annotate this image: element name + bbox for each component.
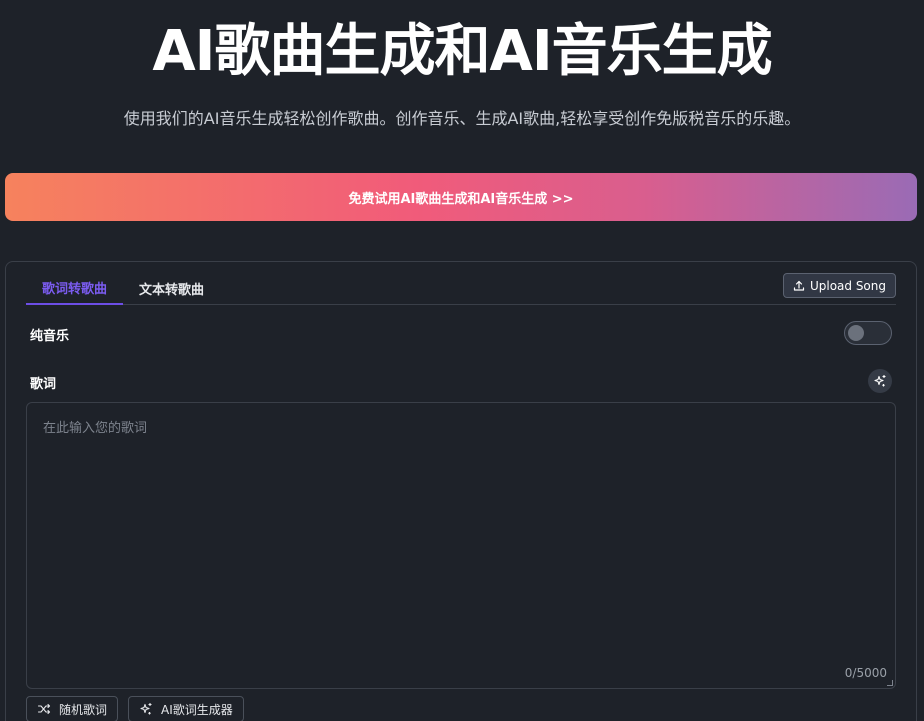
lyrics-label: 歌词 — [30, 377, 57, 392]
upload-icon — [793, 280, 805, 292]
resize-handle[interactable] — [887, 680, 893, 686]
lyrics-input[interactable] — [27, 403, 895, 688]
tab-lyrics-to-song[interactable]: 歌词转歌曲 — [26, 272, 124, 305]
page-subtitle: 使用我们的AI音乐生成轻松创作歌曲。创作音乐、生成AI歌曲,轻松享受创作免版税音… — [123, 109, 801, 128]
sparkles-icon — [873, 374, 887, 388]
instrumental-label: 纯音乐 — [30, 329, 70, 344]
sparkles-icon — [139, 702, 153, 716]
random-lyrics-label: 随机歌词 — [59, 702, 108, 717]
upload-song-label: Upload Song — [809, 278, 886, 293]
lyrics-box: 0/5000 — [26, 402, 896, 689]
tab-text-to-song[interactable]: 文本转歌曲 — [123, 272, 220, 305]
instrumental-toggle[interactable] — [844, 321, 892, 345]
toggle-knob — [848, 325, 864, 341]
free-trial-button[interactable]: 免费试用AI歌曲生成和AI音乐生成 >> — [5, 173, 917, 221]
lyrics-assist-button[interactable] — [868, 369, 892, 393]
mode-tabs: 歌词转歌曲 文本转歌曲 — [26, 272, 896, 305]
ai-lyrics-generator-label: AI歌词生成器 — [161, 702, 233, 717]
page-title: AI歌曲生成和AI音乐生成 — [152, 19, 772, 84]
shuffle-icon — [37, 702, 51, 716]
char-counter: 0/5000 — [844, 666, 887, 680]
ai-lyrics-generator-button[interactable]: AI歌词生成器 — [128, 696, 244, 721]
random-lyrics-button[interactable]: 随机歌词 — [26, 696, 119, 721]
song-generator-panel: 歌词转歌曲 文本转歌曲 Upload Song 纯音乐 歌词 0/5000 — [5, 261, 917, 721]
upload-song-button[interactable]: Upload Song — [782, 273, 896, 298]
